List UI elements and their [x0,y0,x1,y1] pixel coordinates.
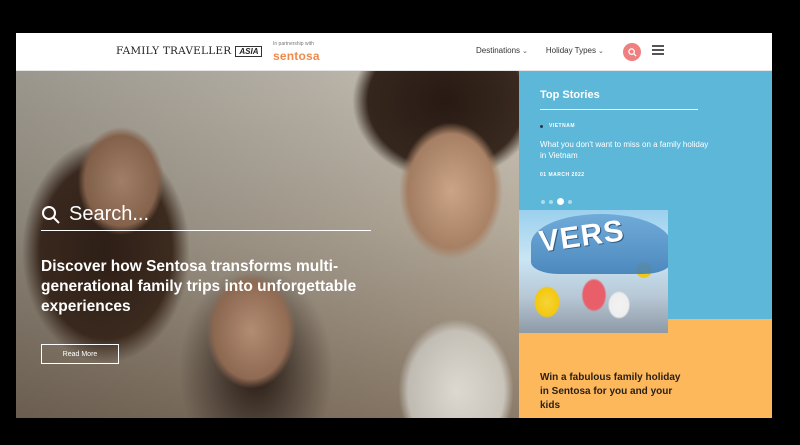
header-search-button[interactable] [623,43,641,61]
main-nav: Destinations ⌄ Holiday Types ⌄ [476,46,604,55]
logo-text: FAMILY TRAVELLER [116,45,232,57]
hero-search-input[interactable]: Search... [41,199,371,231]
top-stories-title: Top Stories [540,89,600,101]
search-icon [42,205,60,224]
carousel-dot[interactable] [568,199,572,204]
partner-caption: In partnership with [273,41,314,47]
divider [540,109,698,110]
carousel-dot[interactable] [541,199,545,204]
carousel-dot[interactable] [549,199,553,204]
partner-logo[interactable]: In partnership with sentosa [273,41,320,65]
chevron-down-icon: ⌄ [598,47,604,55]
nav-label: Destinations [476,46,521,55]
read-more-button[interactable]: Read More [41,344,119,364]
hero-overlay [16,71,519,418]
bullet-icon [540,124,543,128]
site-logo[interactable]: FAMILY TRAVELLER ASIA [116,45,263,57]
story-date: 01 MARCH 2022 [540,172,585,178]
nav-holiday-types[interactable]: Holiday Types ⌄ [546,46,604,55]
promo-card[interactable]: Win a fabulous family holiday in Sentosa… [519,319,772,418]
site-header: FAMILY TRAVELLER ASIA In partnership wit… [16,33,772,71]
partner-brand: sentosa [273,49,320,63]
story-category-label: VIETNAM [549,123,575,129]
nav-label: Holiday Types [545,46,597,55]
sidebar: Top Stories VIETNAM What you don't want … [519,71,772,418]
hero-title: Discover how Sentosa transforms multi-ge… [41,258,357,315]
carousel-dot-active[interactable] [557,198,564,205]
carousel-dots [541,198,572,205]
hamburger-menu-icon[interactable] [652,45,664,57]
logo-badge: ASIA [235,45,263,57]
search-icon [627,47,637,57]
story-category[interactable]: VIETNAM [540,123,575,129]
nav-destinations[interactable]: Destinations ⌄ [476,46,528,55]
chevron-down-icon: ⌄ [522,47,528,55]
promo-title[interactable]: Win a fabulous family holiday in Sentosa… [540,371,690,413]
browser-viewport: FAMILY TRAVELLER ASIA In partnership wit… [16,33,772,418]
promo-image[interactable]: VERS [519,210,668,333]
story-headline[interactable]: What you don't want to miss on a family … [540,139,710,161]
search-placeholder: Search... [69,203,150,225]
hero-banner: Search... Discover how Sentosa transform… [16,71,519,418]
